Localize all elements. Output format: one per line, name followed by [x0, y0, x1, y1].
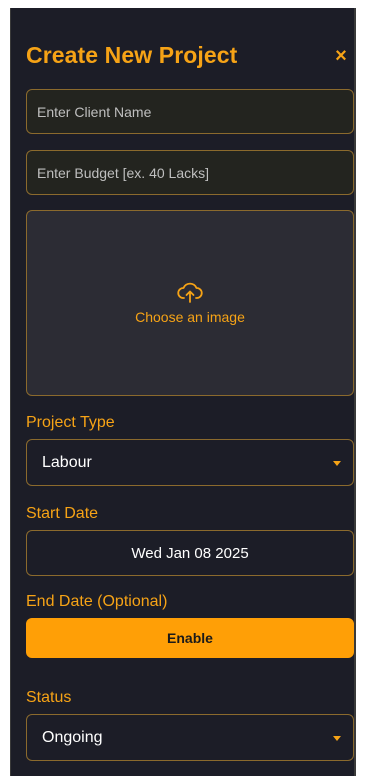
right-margin	[356, 8, 366, 776]
project-type-value: Labour	[42, 453, 92, 471]
client-name-input[interactable]: Enter Client Name	[26, 89, 354, 134]
end-date-label: End Date (Optional)	[26, 593, 168, 610]
client-name-placeholder: Enter Client Name	[37, 103, 152, 120]
status-label: Status	[26, 689, 72, 706]
start-date-label: Start Date	[26, 505, 99, 522]
budget-placeholder: Enter Budget [ex. 40 Lacks]	[37, 164, 209, 181]
status-value: Ongoing	[42, 728, 103, 746]
start-date-value: Wed Jan 08 2025	[131, 544, 249, 562]
status-select[interactable]: Ongoing	[26, 714, 354, 761]
project-type-label: Project Type	[26, 414, 115, 431]
project-type-select[interactable]: Labour	[26, 439, 354, 486]
budget-input[interactable]: Enter Budget [ex. 40 Lacks]	[26, 150, 354, 195]
cloud-upload-icon	[177, 282, 203, 303]
chevron-down-icon	[333, 460, 341, 466]
enable-button-label: Enable	[167, 630, 213, 646]
enable-button[interactable]: Enable	[26, 618, 354, 658]
page-title: Create New Project	[26, 42, 238, 68]
left-margin	[0, 8, 10, 776]
upload-label: Choose an image	[135, 309, 245, 325]
image-upload-dropzone[interactable]: Choose an image	[26, 210, 354, 396]
start-date-field[interactable]: Wed Jan 08 2025	[26, 530, 354, 576]
close-icon: ×	[335, 44, 347, 67]
close-button[interactable]: ×	[329, 44, 353, 68]
create-project-panel: Create New Project × Enter Client Name E…	[10, 8, 356, 776]
chevron-down-icon	[333, 735, 341, 741]
